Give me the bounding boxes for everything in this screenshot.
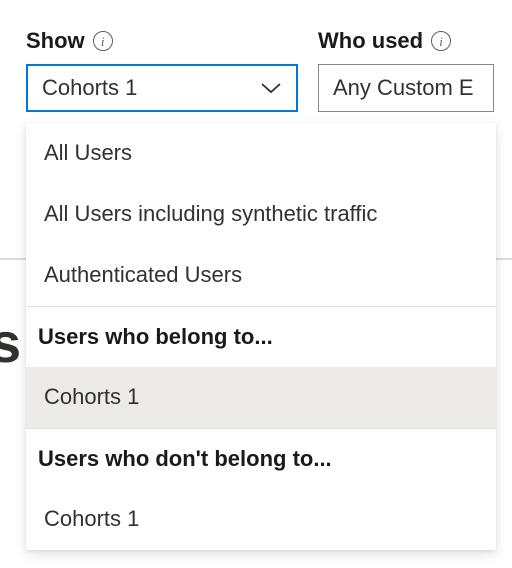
show-select[interactable]: Cohorts 1 — [26, 64, 298, 112]
info-icon[interactable]: i — [93, 31, 113, 51]
dropdown-header-not-belong: Users who don't belong to... — [26, 428, 496, 489]
dropdown-header-belong: Users who belong to... — [26, 306, 496, 367]
who-used-label-row: Who used i — [318, 28, 494, 54]
background-letter: s — [0, 310, 21, 375]
dropdown-item-cohorts-1-not-belong[interactable]: Cohorts 1 — [26, 489, 496, 550]
dropdown-item-authenticated[interactable]: Authenticated Users — [26, 245, 496, 306]
chevron-down-icon — [260, 81, 282, 95]
who-used-select[interactable]: Any Custom E — [318, 64, 494, 112]
show-label-row: Show i — [26, 28, 298, 54]
dropdown-item-all-users-synthetic[interactable]: All Users including synthetic traffic — [26, 184, 496, 245]
filter-row: Show i Cohorts 1 Who used i Any Custom E — [0, 0, 512, 112]
dropdown-item-all-users[interactable]: All Users — [26, 123, 496, 184]
who-used-select-value: Any Custom E — [333, 75, 474, 101]
info-icon[interactable]: i — [431, 31, 451, 51]
show-select-value: Cohorts 1 — [42, 75, 137, 101]
who-used-label: Who used — [318, 28, 423, 54]
show-dropdown: All Users All Users including synthetic … — [26, 123, 496, 550]
who-used-field: Who used i Any Custom E — [318, 28, 494, 112]
show-label: Show — [26, 28, 85, 54]
dropdown-item-cohorts-1-belong[interactable]: Cohorts 1 — [26, 367, 496, 428]
show-field: Show i Cohorts 1 — [26, 28, 298, 112]
